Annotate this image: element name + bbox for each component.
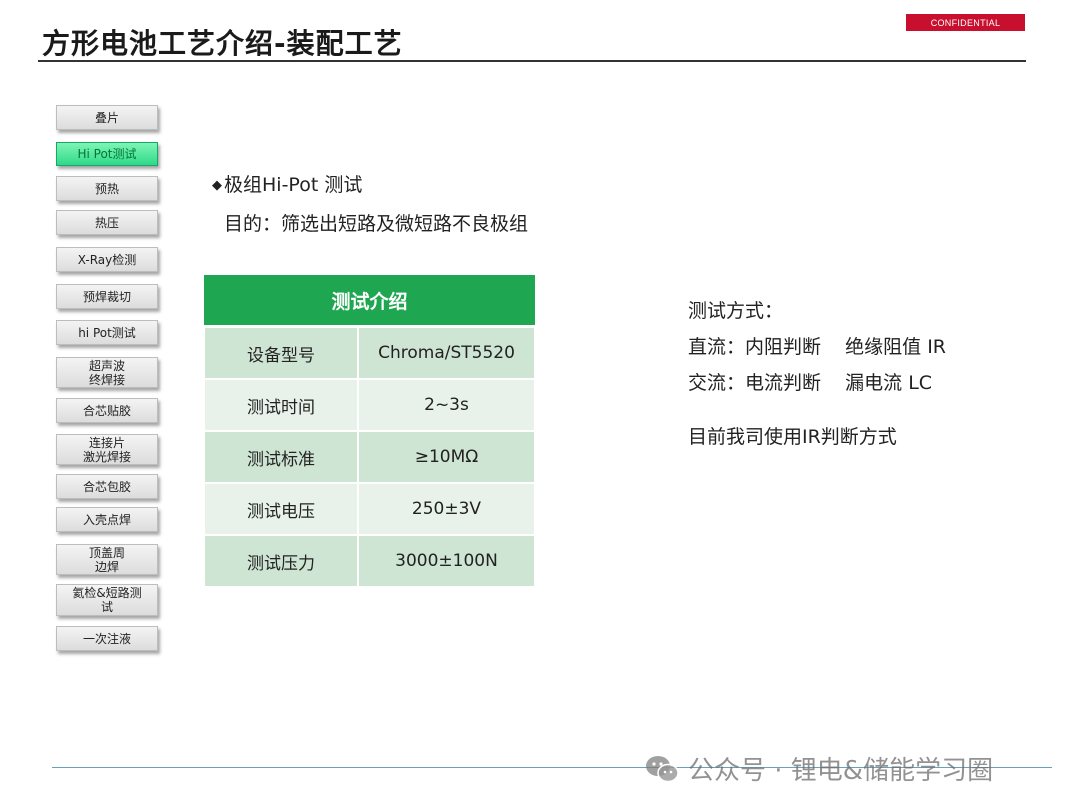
table-cell-value: 250±3V: [357, 482, 536, 536]
table-header: 测试介绍: [204, 275, 535, 328]
sidebar-item-hipot-test-2[interactable]: hi Pot测试: [56, 320, 158, 345]
sidebar-item-label: 超声波 终焊接: [88, 358, 125, 387]
sidebar-item-laser-welding[interactable]: 连接片 激光焊接: [56, 434, 158, 465]
table-row: 设备型号 Chroma/ST5520: [203, 325, 536, 380]
current-method-text: 目前我司使用IR判断方式: [688, 426, 897, 448]
sidebar-item-prewelding-cutting[interactable]: 预焊裁切: [56, 284, 158, 309]
sidebar-item-label: 顶盖周 边焊: [88, 545, 125, 574]
table-cell-value: 3000±100N: [357, 534, 536, 588]
sidebar-item-ultrasonic-welding[interactable]: 超声波 终焊接: [56, 357, 158, 388]
table-cell-label: 测试时间: [203, 378, 359, 432]
sidebar-item-label: X-Ray检测: [77, 252, 137, 267]
watermark: 公众号 · 锂电&储能学习圈: [644, 750, 993, 787]
table-row: 测试标准 ≥10MΩ: [203, 430, 536, 484]
sidebar-item-case-spot-welding[interactable]: 入壳点焊: [56, 507, 158, 532]
sidebar-item-label: 合芯贴胶: [82, 403, 131, 418]
sidebar-item-label: 氦检&短路测 试: [72, 586, 142, 614]
table-row: 测试时间 2~3s: [203, 378, 536, 432]
sidebar-item-stacking[interactable]: 叠片: [56, 105, 158, 130]
table-row: 测试压力 3000±100N: [203, 534, 536, 588]
sidebar-item-hipot-test[interactable]: Hi Pot测试: [56, 142, 158, 166]
table-row: 测试电压 250±3V: [203, 482, 536, 536]
sidebar-item-label: 预热: [94, 181, 119, 196]
sidebar-item-xray[interactable]: X-Ray检测: [56, 247, 158, 272]
sidebar-item-core-taping[interactable]: 合芯贴胶: [56, 398, 158, 423]
sidebar-item-label: Hi Pot测试: [77, 147, 137, 161]
table-cell-label: 测试标准: [203, 430, 359, 484]
table-cell-label: 设备型号: [203, 325, 359, 380]
table-cell-label: 测试压力: [203, 534, 359, 588]
page-title: 方形电池工艺介绍-装配工艺: [42, 27, 403, 60]
sidebar-item-label: 热压: [94, 215, 119, 230]
sidebar-item-label: hi Pot测试: [78, 325, 136, 340]
wechat-icon: [646, 755, 679, 782]
sidebar-item-label: 一次注液: [82, 631, 131, 646]
test-info-table: 测试介绍 设备型号 Chroma/ST5520 测试时间 2~3s 测试标准 ≥…: [203, 275, 536, 588]
sidebar-item-label: 入壳点焊: [82, 512, 131, 527]
confidential-badge: CONFIDENTIAL: [906, 14, 1025, 31]
sidebar-item-label: 叠片: [94, 110, 119, 125]
sidebar-item-helium-short-test[interactable]: 氦检&短路测 试: [56, 584, 158, 616]
sidebar-item-hot-press[interactable]: 热压: [56, 210, 158, 235]
diamond-bullet-icon: ◆: [212, 178, 222, 193]
purpose-text: 目的：筛选出短路及微短路不良极组: [224, 213, 529, 235]
method-title: 测试方式：: [688, 300, 784, 322]
watermark-text: 公众号 · 锂电&储能学习圈: [688, 756, 994, 786]
sidebar-item-label: 合芯包胶: [82, 479, 131, 494]
ac-method-line: 交流：电流判断 漏电流 LC: [688, 372, 933, 394]
sidebar-item-label: 连接片 激光焊接: [82, 435, 131, 464]
table-cell-value: Chroma/ST5520: [357, 325, 536, 380]
sidebar-item-core-wrapping[interactable]: 合芯包胶: [56, 474, 158, 499]
table-cell-value: ≥10MΩ: [357, 430, 536, 484]
dc-method-line: 直流：内阻判断 绝缘阻值 IR: [688, 336, 947, 358]
section-heading: ◆ 极组Hi-Pot 测试: [212, 170, 362, 197]
table-cell-label: 测试电压: [203, 482, 359, 536]
table-cell-value: 2~3s: [357, 378, 536, 432]
sidebar-item-label: 预焊裁切: [82, 289, 131, 304]
sidebar-item-preheat[interactable]: 预热: [56, 176, 158, 201]
heading-text: 极组Hi-Pot 测试: [224, 174, 363, 196]
sidebar-item-cap-welding[interactable]: 顶盖周 边焊: [56, 544, 158, 575]
sidebar-item-first-injection[interactable]: 一次注液: [56, 626, 158, 651]
title-divider: [38, 60, 1026, 62]
